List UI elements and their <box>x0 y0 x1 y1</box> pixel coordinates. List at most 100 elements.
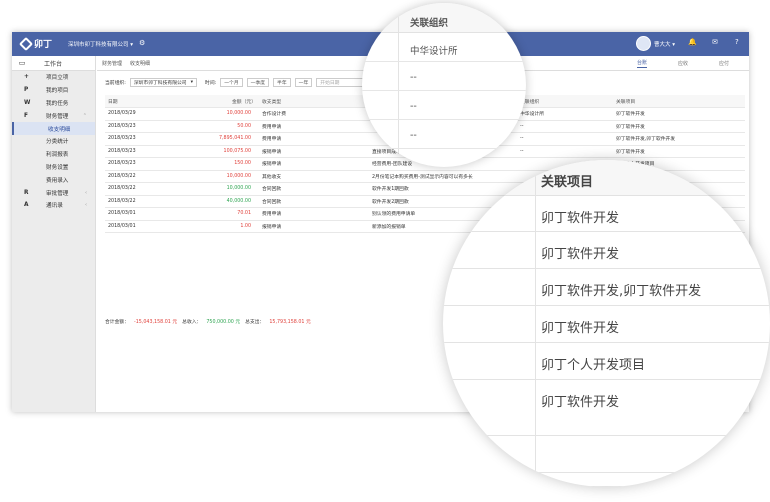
income-value: 750,000.00 元 <box>206 320 241 325</box>
table-cell: 1.00 <box>195 220 259 233</box>
gear-icon[interactable]: ⚙ <box>139 39 145 47</box>
zoom-cell: 卯丁软件开发 <box>541 247 620 262</box>
breadcrumb-finance[interactable]: 财务管理 <box>102 60 122 67</box>
table-cell: 2018/03/23 <box>105 132 195 146</box>
org-select[interactable]: 深圳市卯丁科技有限公司 ▾ <box>129 78 198 87</box>
avatar[interactable] <box>636 36 651 51</box>
expense-label: 总支出： <box>245 320 265 325</box>
table-cell: 费用申请 <box>259 120 369 133</box>
bell-icon[interactable]: 🔔 <box>688 38 697 46</box>
help-icon[interactable]: ? <box>735 38 739 46</box>
filter-bar: 当前组织: 深圳市卯丁科技有限公司 ▾ 时间: 一个月 一季度 半年 一年 开始日… <box>105 78 377 87</box>
sidebar-item-label: 分类统计 <box>46 139 69 146</box>
table-cell: 费用申请 <box>259 207 369 221</box>
zoom-cell: -- <box>410 130 417 141</box>
table-cell: 2018/03/29 <box>105 107 195 121</box>
tab-payable[interactable]: 应付 <box>719 60 729 67</box>
zoom-header <box>443 160 770 196</box>
range-quarter[interactable]: 一季度 <box>246 78 270 87</box>
mail-icon[interactable]: ✉ <box>712 38 718 46</box>
sidebar-item[interactable]: R 审批管理 ‹ <box>12 186 95 199</box>
sidebar-item[interactable]: P 我的项目 <box>12 84 95 97</box>
zoom-row <box>362 62 526 91</box>
sidebar-workspace[interactable]: ▭ 工作台 <box>12 56 95 71</box>
table-cell: 7,895,041.00 <box>195 132 259 146</box>
table-cell: 2018/03/23 <box>105 145 195 158</box>
table-cell: 10,000.00 <box>195 182 259 196</box>
table-cell: 费用申请 <box>259 132 369 146</box>
table-cell: 卯丁软件开发 <box>613 145 745 158</box>
range-month[interactable]: 一个月 <box>220 78 243 87</box>
time-label: 时间: <box>205 81 217 86</box>
zoom-header-label: 关联组织 <box>410 18 449 29</box>
sidebar-item-label: 财务设置 <box>46 164 69 171</box>
table-cell: 70.01 <box>195 207 259 221</box>
table-cell: 150.00 <box>195 157 259 171</box>
zoom-cell: 卯丁软件开发,卯丁软件开发 <box>541 284 702 299</box>
total-label: 合计金额： <box>105 320 129 325</box>
logo-icon <box>18 36 34 51</box>
table-cell: 报销申请 <box>259 145 369 158</box>
income-label: 总收入： <box>182 320 202 325</box>
user-menu[interactable]: 曹大大 ▾ <box>654 40 675 48</box>
zoom-cell: -- <box>410 101 417 112</box>
table-cell: 合同回款 <box>259 182 369 196</box>
zoom-cell: 卯丁软件开发 <box>541 321 620 336</box>
sidebar-key: + <box>24 74 29 81</box>
chevron-icon: ⌃ <box>82 112 87 119</box>
table-cell: 2018/03/23 <box>105 120 195 133</box>
tab-ledger[interactable]: 台账 <box>636 59 647 68</box>
column-header: 日期 <box>105 95 195 108</box>
table-cell: 卯丁软件开发,卯丁软件开发 <box>613 132 745 146</box>
sidebar-item[interactable]: F 财务管理 ⌃ <box>12 109 95 122</box>
zoom-row <box>362 91 526 120</box>
sidebar-menu: + 项目立项 P 我的项目 W 我的任务 F 财务管理 ⌃ 收支明细分类统计利润报表财务设置费用录… <box>12 71 95 212</box>
logo[interactable]: 卯丁 <box>18 36 52 51</box>
sidebar-item[interactable]: + 项目立项 <box>12 71 95 84</box>
table-cell: 卯丁软件开发 <box>613 120 745 133</box>
sidebar-item[interactable]: 收支明细 <box>12 122 95 135</box>
start-date-input[interactable]: 开始日期 <box>316 78 369 87</box>
sidebar-item[interactable]: 利润报表 <box>12 148 95 161</box>
tab-receivable[interactable]: 应收 <box>678 60 688 67</box>
company-switcher[interactable]: 深圳市卯丁科技有限公司 ▾ <box>68 40 133 48</box>
expense-value: 15,793,158.01 元 <box>269 320 311 325</box>
range-year[interactable]: 一年 <box>294 78 313 87</box>
chevron-icon: ‹ <box>85 189 87 196</box>
ledger-tabs: 台账 应收 应付 <box>636 56 729 71</box>
table-cell: 卯丁软件开发 <box>613 107 745 121</box>
org-label: 当前组织: <box>105 81 126 86</box>
sidebar-key: F <box>24 112 28 119</box>
table-cell: -- <box>517 132 613 146</box>
column-header: 关联项目 <box>613 95 745 108</box>
sidebar-item-label: 收支明细 <box>48 126 71 133</box>
sidebar-item[interactable]: W 我的任务 <box>12 97 95 110</box>
sidebar-item[interactable]: 分类统计 <box>12 135 95 148</box>
zoom-cell: -- <box>410 72 417 83</box>
table-cell: 报销申请 <box>259 220 369 233</box>
sidebar-item[interactable]: A 通讯录 ‹ <box>12 199 95 212</box>
breadcrumb-current: 收支明细 <box>130 60 151 67</box>
sidebar-item-label: 项目立项 <box>46 75 69 82</box>
sidebar-item-label: 我的项目 <box>46 88 69 95</box>
sidebar-item-label: 利润报表 <box>46 152 69 159</box>
table-cell: 其他收支 <box>259 170 369 183</box>
zoom-row <box>443 436 770 473</box>
table-cell: -- <box>517 145 613 158</box>
total-value: -15,043,158.01 元 <box>134 320 178 325</box>
org-value: 深圳市卯丁科技有限公司 <box>133 81 187 86</box>
sidebar-item[interactable]: 财务设置 <box>12 161 95 174</box>
sidebar-item[interactable]: 费用录入 <box>12 173 95 186</box>
table-cell: 40,000.00 <box>195 195 259 208</box>
table-cell: 100,075.00 <box>195 145 259 158</box>
table-cell: 合作设计费 <box>259 107 369 121</box>
range-half-year[interactable]: 半年 <box>273 78 291 87</box>
table-cell: 中华设计所 <box>517 107 613 121</box>
sidebar-item-label: 审批管理 <box>46 190 69 197</box>
totals-bar: 合计金额： -15,043,158.01 元 总收入： 750,000.00 元… <box>105 318 311 325</box>
zoom-cell: 卯丁软件开发 <box>541 484 619 487</box>
sidebar-item-label: 通讯录 <box>46 203 63 210</box>
zoom-lens-project: 关联项目 卯丁软件开发 卯丁软件开发 卯丁软件开发,卯丁软件开发 卯丁软件开发 卯丁个人… <box>443 160 770 487</box>
table-cell: 2018/03/22 <box>105 195 195 208</box>
table-cell: 2018/03/23 <box>105 157 195 171</box>
